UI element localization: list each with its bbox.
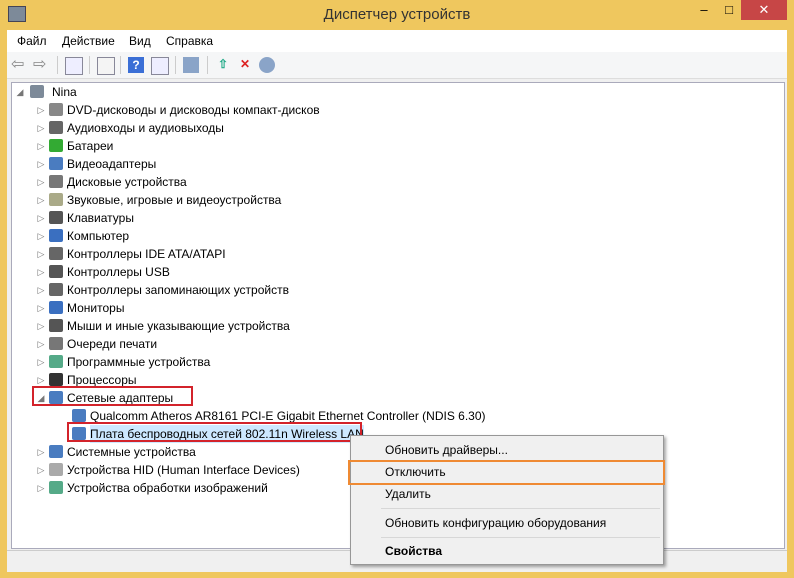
device-category-icon — [49, 211, 63, 224]
expand-icon[interactable]: ▷ — [37, 245, 45, 263]
device-category-icon — [49, 373, 63, 386]
tree-item-label: Аудиовходы и аудиовыходы — [67, 121, 224, 135]
expand-icon[interactable]: ▷ — [37, 155, 45, 173]
expand-icon[interactable]: ▷ — [37, 479, 45, 497]
expand-icon[interactable]: ▷ — [37, 335, 45, 353]
help-icon[interactable]: ? — [128, 57, 144, 73]
tree-item-label: Мониторы — [67, 301, 125, 315]
tree-item-label: Системные устройства — [67, 445, 196, 459]
tree-item-label: Контроллеры USB — [67, 265, 170, 279]
menu-scan-hardware[interactable]: Обновить конфигурацию оборудования — [385, 516, 606, 530]
toolbar: ⇦ ⇨ ? ⇧ ✕ — [7, 52, 787, 79]
device-category-icon — [49, 103, 63, 116]
action-pane-icon[interactable] — [151, 57, 169, 75]
menu-bar: Файл Действие Вид Справка — [7, 30, 787, 52]
device-category-icon — [49, 481, 63, 494]
uninstall-icon[interactable] — [259, 57, 275, 73]
device-category-icon — [49, 157, 63, 170]
tree-item-label: Дисковые устройства — [67, 175, 187, 189]
close-button[interactable]: ✕ — [741, 0, 787, 20]
menu-view[interactable]: Вид — [129, 34, 151, 48]
expand-icon[interactable]: ▷ — [37, 281, 45, 299]
device-category-icon — [49, 445, 63, 458]
window-title: Диспетчер устройств — [323, 6, 471, 23]
expand-icon[interactable]: ▷ — [37, 173, 45, 191]
expand-icon[interactable]: ▷ — [37, 263, 45, 281]
expand-icon[interactable]: ▷ — [37, 443, 45, 461]
device-category-icon — [49, 301, 63, 314]
device-category-icon — [49, 175, 63, 188]
device-category-icon — [49, 193, 63, 206]
device-category-icon — [49, 229, 63, 242]
tree-item-label: Устройства HID (Human Interface Devices) — [67, 463, 300, 477]
device-category-icon — [49, 139, 63, 152]
menu-help[interactable]: Справка — [166, 34, 213, 48]
device-category-icon — [49, 463, 63, 476]
tree-item-label: Компьютер — [67, 229, 130, 243]
device-category-icon — [49, 319, 63, 332]
expand-icon[interactable]: ▷ — [37, 101, 45, 119]
expand-icon[interactable]: ▷ — [37, 209, 45, 227]
expand-icon[interactable]: ▷ — [37, 137, 45, 155]
update-driver-icon[interactable]: ⇧ — [215, 57, 231, 73]
expand-icon[interactable]: ▷ — [37, 119, 45, 137]
highlight-disable — [348, 460, 665, 485]
menu-update-drivers[interactable]: Обновить драйверы... — [385, 443, 508, 457]
expand-icon[interactable]: ▷ — [37, 317, 45, 335]
device-category-icon — [49, 265, 63, 278]
tree-item-label: Программные устройства — [67, 355, 211, 369]
minimize-button[interactable]: – — [690, 0, 718, 20]
expand-icon[interactable]: ▷ — [37, 461, 45, 479]
tree-item-label: Контроллеры IDE ATA/ATAPI — [67, 247, 226, 261]
maximize-button[interactable]: □ — [718, 0, 740, 20]
menu-action[interactable]: Действие — [62, 34, 115, 48]
expand-icon[interactable]: ▷ — [37, 299, 45, 317]
highlight-wireless-adapter — [67, 422, 362, 442]
computer-icon — [30, 85, 44, 98]
menu-file[interactable]: Файл — [17, 34, 47, 48]
tree-item-label: DVD-дисководы и дисководы компакт-дисков — [67, 103, 320, 117]
tree-item-label: Батареи — [67, 139, 114, 153]
forward-icon[interactable]: ⇨ — [33, 57, 49, 73]
scan-hardware-icon[interactable] — [183, 57, 199, 73]
tree-item-label: Клавиатуры — [67, 211, 134, 225]
device-category-icon — [72, 409, 86, 422]
disable-icon[interactable]: ✕ — [237, 57, 253, 73]
context-menu: Обновить драйверы... Отключить Удалить О… — [350, 435, 664, 565]
tree-item-label: Контроллеры запоминающих устройств — [67, 283, 289, 297]
title-bar: Диспетчер устройств – □ ✕ — [0, 0, 794, 30]
console-tree-icon[interactable] — [65, 57, 83, 75]
device-category-icon — [49, 355, 63, 368]
expand-icon[interactable]: ▷ — [37, 353, 45, 371]
device-category-icon — [49, 283, 63, 296]
highlight-network-adapters — [32, 386, 193, 406]
back-icon[interactable]: ⇦ — [11, 57, 27, 73]
menu-properties[interactable]: Свойства — [385, 544, 442, 558]
device-category-icon — [49, 247, 63, 260]
tree-item-label: Очереди печати — [67, 337, 158, 351]
collapse-icon[interactable]: ◢ — [16, 83, 24, 101]
tree-item-label: Видеоадаптеры — [67, 157, 157, 171]
device-category-icon — [49, 121, 63, 134]
device-category-icon — [49, 337, 63, 350]
menu-uninstall[interactable]: Удалить — [385, 487, 431, 501]
properties-icon[interactable] — [97, 57, 115, 75]
tree-item-label: Устройства обработки изображений — [67, 481, 268, 495]
tree-item-label: Звуковые, игровые и видеоустройства — [67, 193, 282, 207]
expand-icon[interactable]: ▷ — [37, 227, 45, 245]
expand-icon[interactable]: ▷ — [37, 191, 45, 209]
tree-item-label: Мыши и иные указывающие устройства — [67, 319, 290, 333]
